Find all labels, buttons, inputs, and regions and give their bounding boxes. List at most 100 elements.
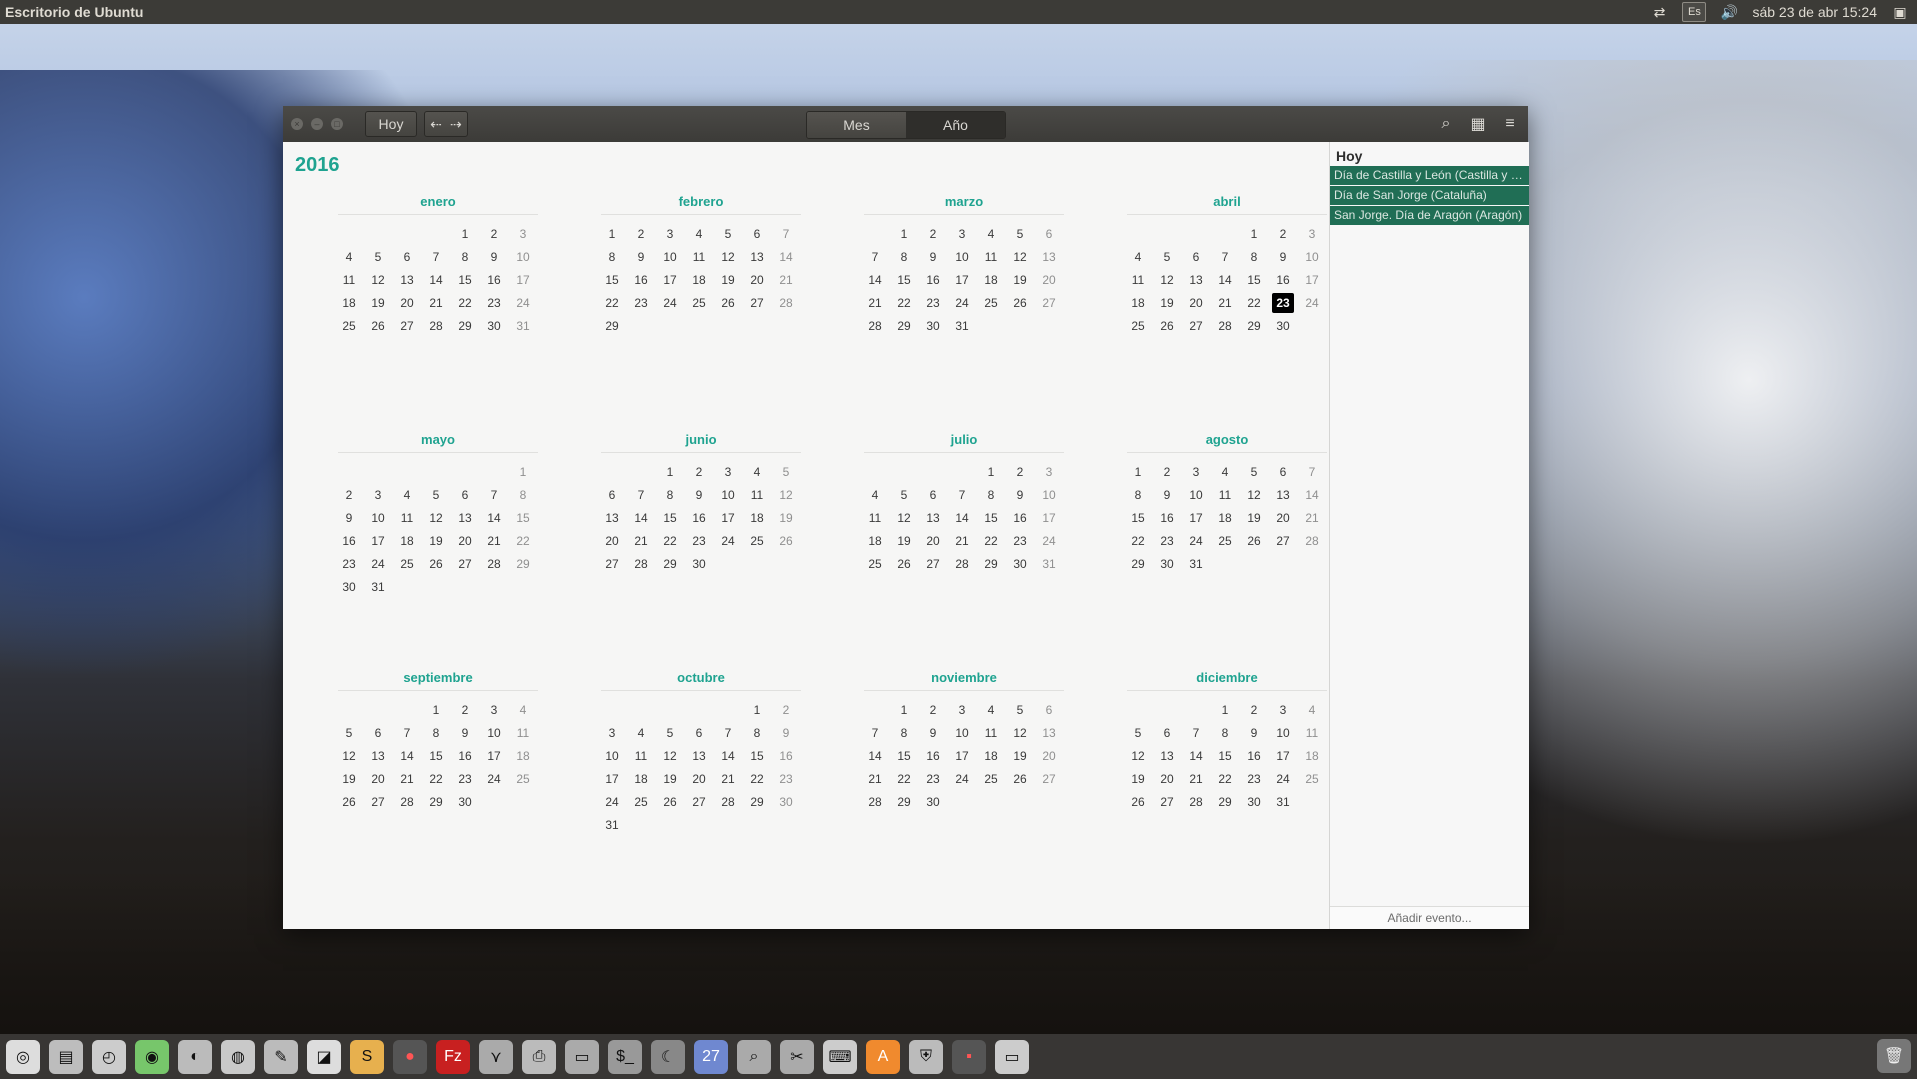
- day-cell[interactable]: 4: [980, 700, 1002, 720]
- day-cell[interactable]: 10: [1038, 485, 1060, 505]
- day-cell[interactable]: 5: [893, 485, 915, 505]
- day-cell[interactable]: 18: [864, 531, 886, 551]
- day-cell[interactable]: 15: [659, 508, 681, 528]
- day-cell[interactable]: 23: [630, 293, 652, 313]
- day-cell[interactable]: 23: [454, 769, 476, 789]
- day-cell[interactable]: 3: [717, 462, 739, 482]
- day-cell[interactable]: 6: [1272, 462, 1294, 482]
- day-cell[interactable]: 2: [630, 224, 652, 244]
- day-cell[interactable]: 26: [1127, 792, 1149, 812]
- day-cell[interactable]: 28: [396, 792, 418, 812]
- day-cell[interactable]: 31: [367, 577, 389, 597]
- day-cell[interactable]: 21: [775, 270, 797, 290]
- today-button[interactable]: Hoy: [365, 111, 417, 137]
- day-cell[interactable]: 2: [1009, 462, 1031, 482]
- day-cell[interactable]: 20: [367, 769, 389, 789]
- day-cell[interactable]: 28: [717, 792, 739, 812]
- day-cell[interactable]: 13: [1272, 485, 1294, 505]
- search-icon[interactable]: ⌕: [1434, 111, 1458, 137]
- day-cell[interactable]: 4: [688, 224, 710, 244]
- day-cell[interactable]: 21: [1301, 508, 1323, 528]
- day-cell[interactable]: 22: [659, 531, 681, 551]
- day-cell[interactable]: 7: [864, 723, 886, 743]
- day-cell[interactable]: 15: [454, 270, 476, 290]
- day-cell[interactable]: 8: [980, 485, 1002, 505]
- day-cell[interactable]: 15: [980, 508, 1002, 528]
- day-cell[interactable]: 7: [1185, 723, 1207, 743]
- shield-icon[interactable]: ⛨: [909, 1039, 943, 1074]
- day-cell[interactable]: 26: [338, 792, 360, 812]
- trash-icon[interactable]: 🗑: [1877, 1039, 1911, 1073]
- day-cell[interactable]: 25: [1301, 769, 1323, 789]
- day-cell[interactable]: 29: [893, 792, 915, 812]
- fish-icon[interactable]: ⋎: [479, 1039, 513, 1074]
- day-cell[interactable]: 22: [893, 769, 915, 789]
- day-cell[interactable]: 18: [980, 270, 1002, 290]
- day-cell[interactable]: 6: [1038, 700, 1060, 720]
- day-cell[interactable]: 1: [601, 224, 623, 244]
- day-cell[interactable]: 8: [659, 485, 681, 505]
- day-cell[interactable]: 27: [454, 554, 476, 574]
- day-cell[interactable]: 27: [367, 792, 389, 812]
- store-icon[interactable]: A: [866, 1039, 900, 1074]
- day-cell[interactable]: 7: [1301, 462, 1323, 482]
- day-cell[interactable]: 5: [1009, 700, 1031, 720]
- day-cell[interactable]: 29: [454, 316, 476, 336]
- day-cell[interactable]: 16: [1009, 508, 1031, 528]
- day-cell[interactable]: 23: [775, 769, 797, 789]
- day-cell[interactable]: 11: [338, 270, 360, 290]
- day-cell[interactable]: 14: [1214, 270, 1236, 290]
- day-cell[interactable]: 5: [775, 462, 797, 482]
- day-cell[interactable]: 1: [659, 462, 681, 482]
- monitor-icon[interactable]: ▭: [565, 1039, 599, 1074]
- day-cell[interactable]: 29: [746, 792, 768, 812]
- day-cell[interactable]: 7: [1214, 247, 1236, 267]
- day-cell[interactable]: 23: [688, 531, 710, 551]
- day-cell[interactable]: 13: [746, 247, 768, 267]
- day-cell[interactable]: 8: [601, 247, 623, 267]
- day-cell[interactable]: 8: [893, 723, 915, 743]
- day-cell[interactable]: 14: [775, 247, 797, 267]
- day-cell[interactable]: 8: [454, 247, 476, 267]
- day-cell[interactable]: 13: [1038, 247, 1060, 267]
- day-cell[interactable]: 13: [396, 270, 418, 290]
- day-cell[interactable]: 10: [1301, 247, 1323, 267]
- day-cell[interactable]: 11: [980, 247, 1002, 267]
- day-cell[interactable]: 14: [630, 508, 652, 528]
- day-cell[interactable]: 2: [338, 485, 360, 505]
- day-cell[interactable]: 3: [951, 700, 973, 720]
- day-cell[interactable]: 25: [1127, 316, 1149, 336]
- day-cell[interactable]: 29: [1243, 316, 1265, 336]
- day-cell[interactable]: 6: [746, 224, 768, 244]
- search-icon[interactable]: ⌕: [737, 1039, 771, 1074]
- event-item[interactable]: Día de Castilla y León (Castilla y L...: [1330, 166, 1529, 185]
- day-cell[interactable]: 9: [775, 723, 797, 743]
- day-cell[interactable]: 28: [1185, 792, 1207, 812]
- day-cell[interactable]: 28: [483, 554, 505, 574]
- day-cell[interactable]: 3: [951, 224, 973, 244]
- day-cell[interactable]: 1: [893, 700, 915, 720]
- day-cell[interactable]: 5: [1127, 723, 1149, 743]
- day-cell[interactable]: 10: [1185, 485, 1207, 505]
- day-cell[interactable]: 27: [396, 316, 418, 336]
- day-cell[interactable]: 16: [1243, 746, 1265, 766]
- view-month-button[interactable]: Mes: [807, 112, 906, 138]
- day-cell[interactable]: 22: [893, 293, 915, 313]
- day-cell[interactable]: 29: [659, 554, 681, 574]
- day-cell[interactable]: 26: [425, 554, 447, 574]
- day-cell[interactable]: 21: [717, 769, 739, 789]
- day-cell[interactable]: 23: [1243, 769, 1265, 789]
- day-cell[interactable]: 6: [922, 485, 944, 505]
- day-cell[interactable]: 30: [1243, 792, 1265, 812]
- day-cell[interactable]: 17: [1301, 270, 1323, 290]
- day-cell[interactable]: 31: [601, 815, 623, 835]
- day-cell[interactable]: 30: [483, 316, 505, 336]
- day-cell[interactable]: 19: [717, 270, 739, 290]
- day-cell[interactable]: 12: [893, 508, 915, 528]
- day-cell[interactable]: 9: [1009, 485, 1031, 505]
- day-cell[interactable]: 19: [367, 293, 389, 313]
- printer-icon[interactable]: ⎙: [522, 1039, 556, 1074]
- day-cell[interactable]: 14: [425, 270, 447, 290]
- day-cell[interactable]: 11: [1127, 270, 1149, 290]
- day-cell[interactable]: 4: [980, 224, 1002, 244]
